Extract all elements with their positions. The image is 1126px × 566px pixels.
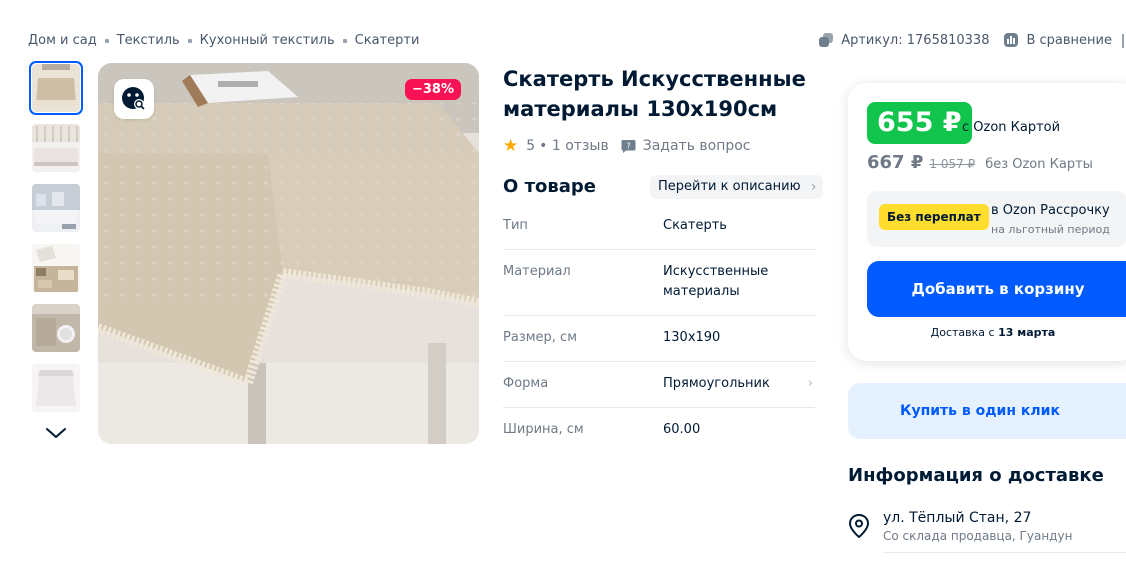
spec-key: Тип	[503, 218, 528, 233]
regular-price-row: 667 ₽ 1 057 ₽ без Ozon Карты	[867, 152, 1093, 173]
ozon-card-price: 655 ₽	[867, 102, 972, 144]
thumbnail-image	[32, 124, 80, 172]
compare-label: В сравнение	[1026, 32, 1112, 48]
installment-banner[interactable]: Без переплат в Ozon Рассрочку на льготны…	[867, 191, 1126, 247]
price-card: 655 ₽ с Ozon Картой 667 ₽ 1 057 ₽ без Oz…	[848, 83, 1126, 361]
compare-button[interactable]: В сравнение	[1003, 32, 1112, 48]
address-line: ул. Тёплый Стан, 27	[883, 510, 1032, 526]
thumbnail-5[interactable]	[32, 304, 80, 352]
spec-key: Размер, см	[503, 330, 577, 345]
go-to-description-button[interactable]: Перейти к описанию ›	[650, 175, 823, 199]
header-actions: Артикул: 1765810338 В сравнение	[818, 32, 1124, 48]
breadcrumb-separator	[342, 38, 347, 43]
breadcrumb-item-textile[interactable]: Текстиль	[117, 33, 180, 48]
breadcrumb-item-kitchen-textile[interactable]: Кухонный текстиль	[200, 33, 335, 48]
breadcrumb-separator	[187, 38, 192, 43]
thumbnail-3[interactable]	[32, 184, 80, 232]
spec-row-shape[interactable]: Форма Прямоугольник ›	[503, 362, 815, 408]
regular-price-note: без Ozon Карты	[985, 157, 1093, 172]
installment-badge: Без переплат	[879, 204, 989, 230]
thumbnail-image	[32, 184, 80, 232]
thumbnail-image	[32, 244, 80, 292]
more-handle	[1122, 34, 1124, 48]
chevron-down-icon[interactable]	[44, 425, 68, 441]
ask-question-button[interactable]: ? Задать вопрос	[621, 138, 751, 154]
ozon-card-note: с Ozon Картой	[962, 120, 1061, 135]
tablecloth-photo	[98, 63, 479, 444]
delivery-date: Доставка с 13 марта	[867, 326, 1119, 339]
delivery-prefix: Доставка с	[930, 326, 999, 339]
installment-title: в Ozon Рассрочку	[991, 203, 1110, 218]
regular-price: 667 ₽	[867, 152, 924, 173]
spec-value: Искусственные материалы	[663, 264, 769, 299]
article-label: Артикул: 1765810338	[841, 32, 990, 48]
old-price: 1 057 ₽	[929, 157, 976, 171]
spec-key: Форма	[503, 376, 549, 391]
chat-icon: ?	[621, 139, 636, 153]
breadcrumb-separator	[104, 38, 109, 43]
thumbnail-image	[32, 364, 80, 412]
spec-row: Размер, см 130x190	[503, 316, 815, 362]
spec-row: Тип Скатерть	[503, 204, 815, 250]
spec-value: 60.00	[663, 422, 701, 437]
search-by-photo-button[interactable]	[114, 79, 154, 119]
spec-key: Ширина, см	[503, 422, 584, 437]
breadcrumb-item-home-garden[interactable]: Дом и сад	[28, 33, 97, 48]
discount-badge: −38%	[404, 79, 461, 100]
compare-icon	[1004, 33, 1019, 47]
about-product-heading: О товаре	[503, 176, 596, 197]
breadcrumb: Дом и сад Текстиль Кухонный текстиль Ска…	[28, 33, 419, 48]
delivery-info-heading: Информация о доставке	[848, 465, 1104, 486]
spec-row: Материал Искусственные материалы	[503, 250, 815, 316]
divider	[883, 552, 1126, 553]
installment-subtitle: на льготный период	[991, 223, 1110, 236]
spec-value: Прямоугольник	[663, 376, 770, 391]
buy-one-click-button[interactable]: Купить в один клик	[848, 383, 1126, 439]
star-icon: ★	[503, 136, 519, 156]
thumbnail-image	[32, 304, 80, 352]
spec-key: Материал	[503, 264, 571, 279]
rating-row: ★ 5 • 1 отзыв ? Задать вопрос	[503, 136, 751, 156]
thumbnail-image	[32, 64, 80, 112]
address-source: Со склада продавца, Гуандун	[883, 529, 1073, 543]
spec-value: 130x190	[663, 330, 721, 345]
thumbnail-list	[29, 61, 83, 424]
chevron-right-icon: ›	[807, 376, 813, 391]
product-main-image[interactable]: −38%	[98, 63, 479, 444]
breadcrumb-item-tablecloths[interactable]: Скатерти	[355, 33, 420, 48]
copy-icon	[819, 33, 834, 47]
product-title: Скатерть Искусственные материалы 130x190…	[503, 67, 806, 121]
thumbnail-2[interactable]	[32, 124, 80, 172]
ask-question-label: Задать вопрос	[642, 138, 751, 154]
thumbnail-4[interactable]	[32, 244, 80, 292]
svg-text:?: ?	[626, 141, 630, 150]
add-to-cart-button[interactable]: Добавить в корзину	[867, 261, 1126, 317]
location-pin-icon	[848, 514, 870, 538]
camera-search-icon	[122, 87, 145, 110]
delivery-date-value: 13 марта	[998, 326, 1056, 339]
reviews-link[interactable]: • 1 отзыв	[539, 138, 609, 154]
spec-row: Ширина, см 60.00	[503, 408, 815, 453]
thumbnail-6[interactable]	[32, 364, 80, 412]
go-to-description-label: Перейти к описанию	[658, 179, 801, 194]
spec-value: Скатерть	[663, 218, 727, 233]
specs-table: Тип Скатерть Материал Искусственные мате…	[503, 204, 815, 453]
rating-value: 5	[526, 138, 536, 154]
thumbnail-1[interactable]	[29, 61, 83, 115]
chevron-right-icon: ›	[810, 179, 817, 195]
article-number[interactable]: Артикул: 1765810338	[818, 32, 989, 48]
